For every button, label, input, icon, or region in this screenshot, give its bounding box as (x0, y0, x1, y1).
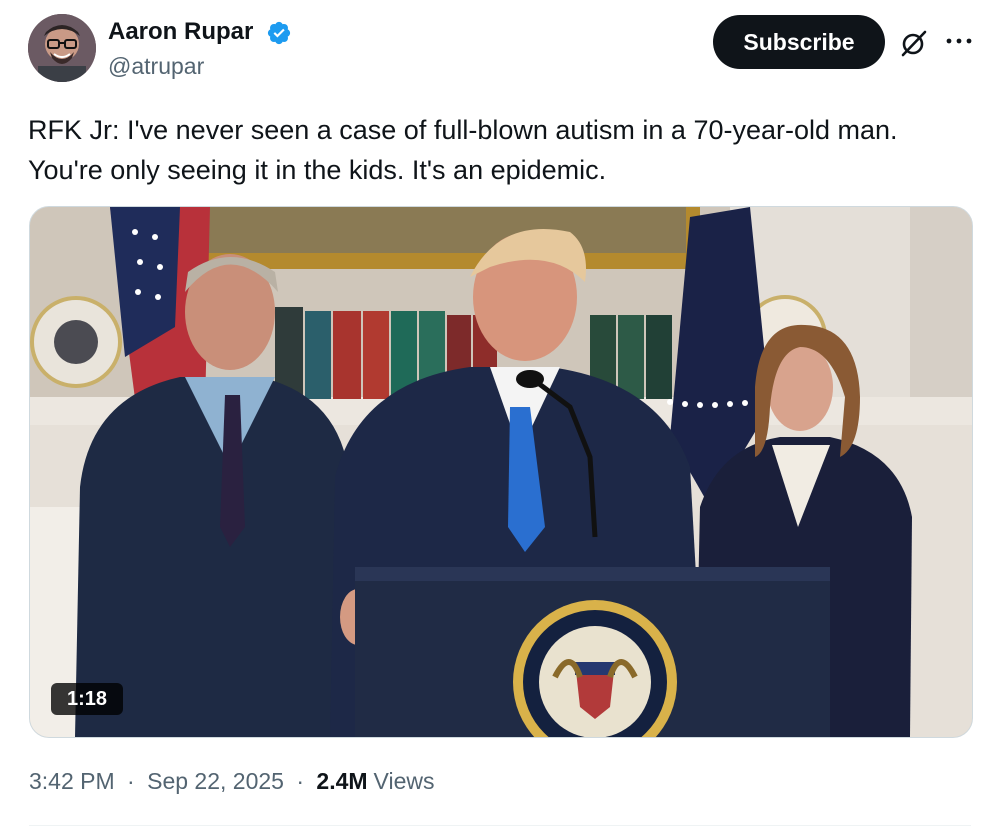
video-duration-badge: 1:18 (51, 683, 123, 715)
views-count[interactable]: 2.4M (316, 768, 367, 794)
separator-dot: · (127, 768, 135, 794)
views-label: Views (373, 768, 435, 794)
divider (29, 825, 971, 826)
tweet-text: RFK Jr: I've never seen a case of full-b… (28, 115, 898, 185)
author-handle[interactable]: @atrupar (108, 52, 204, 80)
verified-badge-icon (267, 21, 291, 45)
separator-dot: · (296, 768, 305, 794)
tweet-meta: 3:42 PM · Sep 22, 2025 · 2.4M Views (29, 766, 434, 796)
author-name[interactable]: Aaron Rupar (108, 18, 253, 46)
tweet-date[interactable]: Sep 22, 2025 (147, 768, 284, 794)
tweet-time[interactable]: 3:42 PM (29, 768, 115, 794)
avatar[interactable] (28, 14, 96, 82)
more-icon[interactable] (944, 34, 974, 48)
grok-icon[interactable] (899, 28, 929, 58)
video-player[interactable] (29, 206, 973, 738)
subscribe-button[interactable]: Subscribe (713, 15, 885, 69)
tweet-card: Aaron Rupar @atrupar Subscribe RFK Jr: I… (0, 0, 1000, 830)
